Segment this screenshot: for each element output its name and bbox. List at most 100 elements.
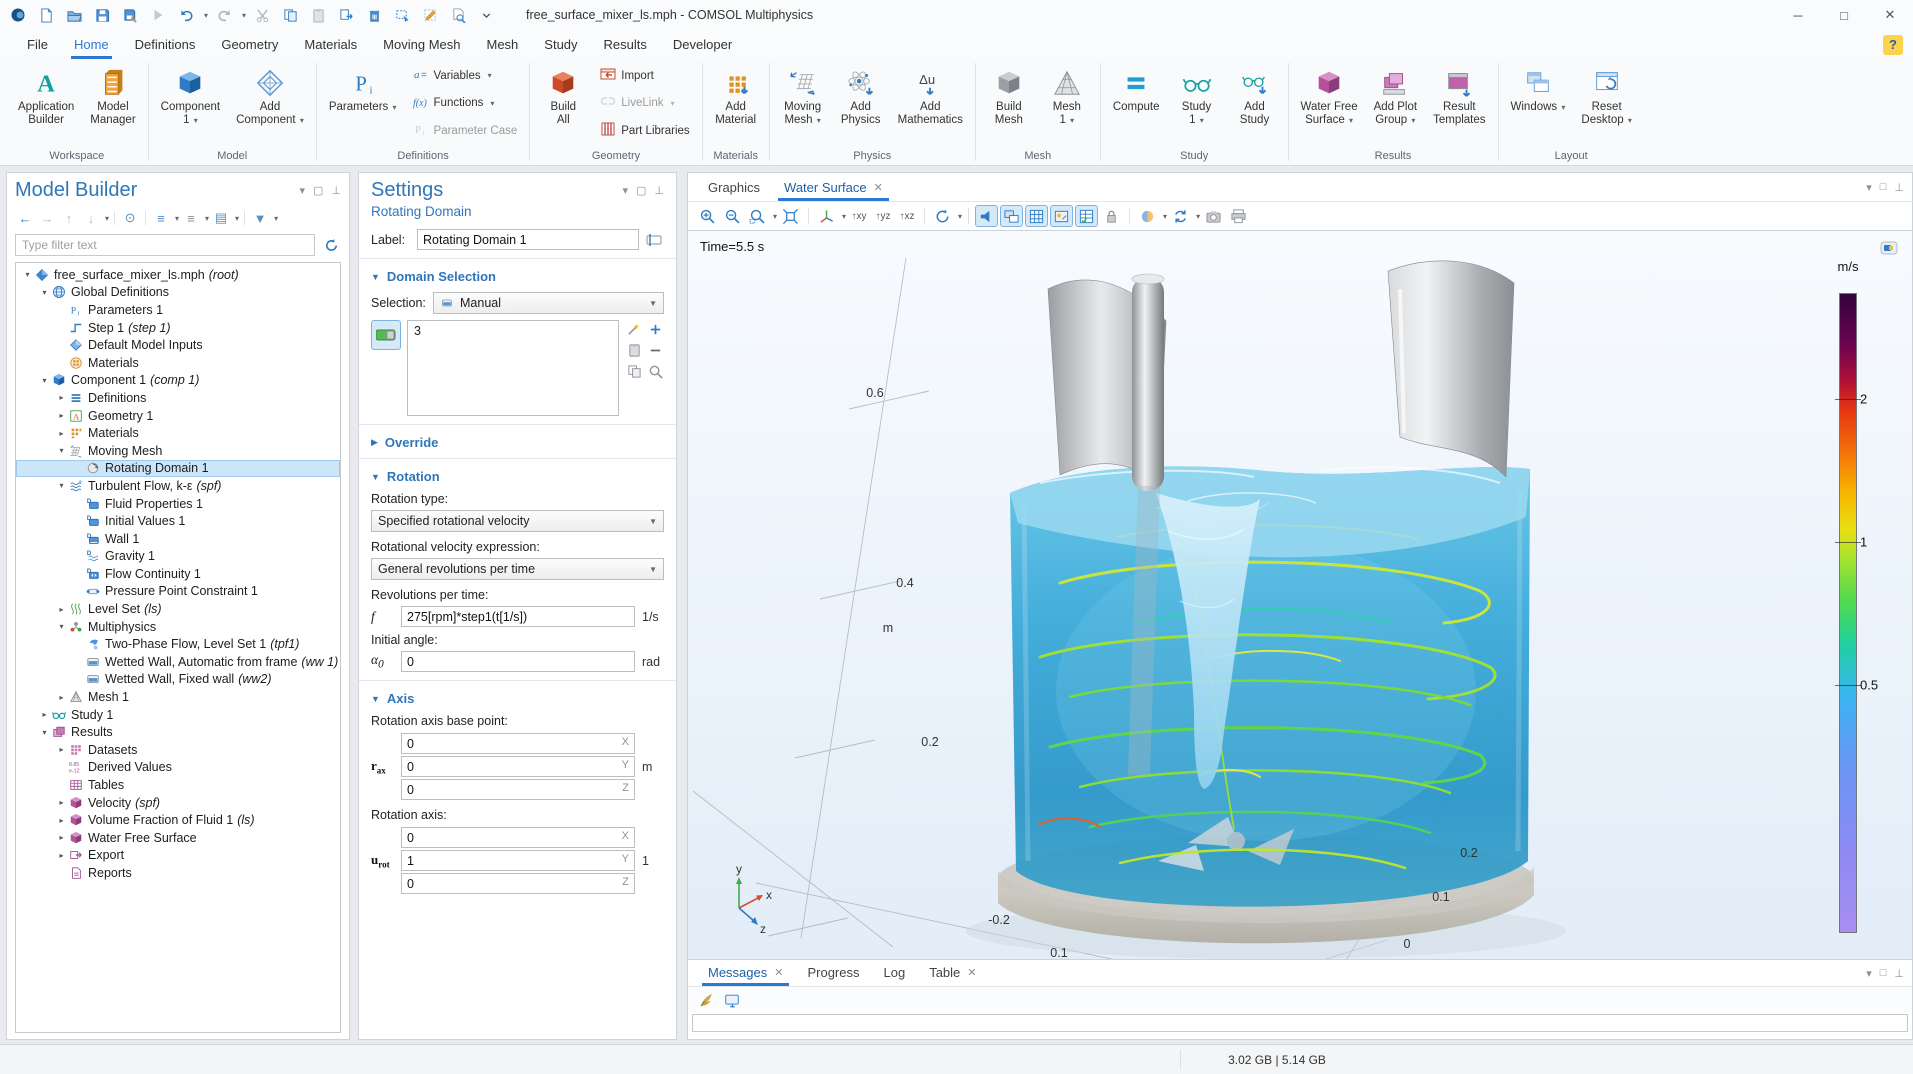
paste-icon[interactable] xyxy=(306,4,330,26)
selection-list[interactable]: 3 xyxy=(407,320,619,416)
tree-node-study-1[interactable]: ▸Study 1 xyxy=(16,706,340,724)
vector-component-input-y[interactable] xyxy=(401,756,635,777)
close-tab-icon[interactable]: ✕ xyxy=(967,966,976,979)
tree-node-tables[interactable]: Tables xyxy=(16,776,340,794)
zoom-out-icon[interactable] xyxy=(721,205,744,227)
tree-node-two-phase-flow-level-set-1[interactable]: Two-Phase Flow, Level Set 1(tpf1) xyxy=(16,635,340,653)
tree-node-moving-mesh[interactable]: ▾Moving Mesh xyxy=(16,442,340,460)
part-libraries-button[interactable]: Part Libraries xyxy=(594,119,695,142)
tree-closed-chevron-icon[interactable]: ▸ xyxy=(55,411,68,420)
water-free-surface-button[interactable]: Water FreeSurface ▾ xyxy=(1293,62,1366,129)
model-manager-button[interactable]: ModelManager xyxy=(82,62,143,129)
pin-panel-icon[interactable]: ⊥ xyxy=(1894,967,1904,980)
tree-node-materials[interactable]: Materials xyxy=(16,354,340,372)
windows-button[interactable]: Windows ▾ xyxy=(1503,62,1574,116)
snapshot-icon[interactable] xyxy=(1202,205,1225,227)
create-selection-icon[interactable] xyxy=(625,320,643,338)
cut-icon[interactable] xyxy=(250,4,274,26)
duplicate-icon[interactable] xyxy=(334,4,358,26)
tree-node-wetted-wall-fixed-wall[interactable]: Wetted Wall, Fixed wall(ww2) xyxy=(16,671,340,689)
filter-icon[interactable]: ▼ xyxy=(250,208,270,228)
customize-toolbar-icon[interactable] xyxy=(474,4,498,26)
view-xz-icon[interactable]: ↑xz xyxy=(896,205,918,227)
pin-panel-icon[interactable]: ⊥ xyxy=(331,184,341,197)
tree-node-definitions[interactable]: ▸Definitions xyxy=(16,389,340,407)
tree-open-chevron-icon[interactable]: ▾ xyxy=(55,446,68,455)
close-tab-icon[interactable]: ✕ xyxy=(774,966,783,979)
forward-icon[interactable]: → xyxy=(37,208,57,228)
plot-update-icon[interactable] xyxy=(1880,241,1898,258)
tree-closed-chevron-icon[interactable]: ▸ xyxy=(55,693,68,702)
float-panel-icon[interactable]: □ xyxy=(1880,181,1887,194)
copy-icon[interactable] xyxy=(278,4,302,26)
tree-node-fluid-properties-1[interactable]: DFluid Properties 1 xyxy=(16,495,340,513)
tree-node-flow-continuity-1[interactable]: DFlow Continuity 1 xyxy=(16,565,340,583)
undo-dropdown-icon[interactable]: ▾ xyxy=(204,11,208,20)
parameters-button[interactable]: PiParameters ▾ xyxy=(321,62,405,116)
tree-closed-chevron-icon[interactable]: ▸ xyxy=(55,393,68,402)
paste-selection-icon[interactable] xyxy=(625,341,643,359)
tree-node-reports[interactable]: Reports xyxy=(16,864,340,882)
compute-button[interactable]: Compute xyxy=(1105,62,1168,116)
tree-open-chevron-icon[interactable]: ▾ xyxy=(38,728,51,737)
preview-icon[interactable] xyxy=(446,4,470,26)
build-all-button[interactable]: BuildAll xyxy=(534,62,592,129)
section-rotation[interactable]: ▼ Rotation xyxy=(371,469,664,484)
show-grid-icon[interactable] xyxy=(1025,205,1048,227)
close-tab-icon[interactable]: ✕ xyxy=(874,181,883,194)
redo-dropdown-icon[interactable]: ▾ xyxy=(242,11,246,20)
ribbon-tab-materials[interactable]: Materials xyxy=(291,30,370,59)
rpt-input[interactable] xyxy=(401,606,635,627)
copy-selection-icon[interactable] xyxy=(625,362,643,380)
tree-node-datasets[interactable]: ▸Datasets xyxy=(16,741,340,759)
add-plot-group-button[interactable]: Add PlotGroup ▾ xyxy=(1366,62,1425,129)
zoom-in-icon[interactable] xyxy=(696,205,719,227)
select-region-icon[interactable] xyxy=(390,4,414,26)
split-window-icon[interactable] xyxy=(1000,205,1023,227)
show-icon[interactable]: ⊙ xyxy=(120,208,140,228)
appearance-icon[interactable] xyxy=(1136,205,1159,227)
ribbon-tab-study[interactable]: Study xyxy=(531,30,590,59)
add-study-button[interactable]: AddStudy xyxy=(1226,62,1284,129)
ribbon-tab-moving-mesh[interactable]: Moving Mesh xyxy=(370,30,473,59)
ribbon-tab-definitions[interactable]: Definitions xyxy=(122,30,209,59)
tree-closed-chevron-icon[interactable]: ▸ xyxy=(55,833,68,842)
pin-panel-icon[interactable]: ⊥ xyxy=(654,184,664,197)
tree-node-mesh-1[interactable]: ▸Mesh 1 xyxy=(16,688,340,706)
rename-icon[interactable] xyxy=(644,230,664,250)
float-panel-icon[interactable]: ▢ xyxy=(313,184,323,197)
tree-node-results[interactable]: ▾Results xyxy=(16,723,340,741)
tree-node-pressure-point-constraint-1[interactable]: Pressure Point Constraint 1 xyxy=(16,583,340,601)
lock-icon[interactable] xyxy=(1100,205,1123,227)
section-override[interactable]: ▶ Override xyxy=(371,435,664,450)
view-xy-icon[interactable]: ↑xy xyxy=(848,205,870,227)
open-file-icon[interactable] xyxy=(62,4,86,26)
node-grouping-icon[interactable]: ▤ xyxy=(211,208,231,228)
tree-open-chevron-icon[interactable]: ▾ xyxy=(55,481,68,490)
study-button[interactable]: Study1 ▾ xyxy=(1168,62,1226,129)
variables-button[interactable]: a=Variables▾ xyxy=(407,64,524,87)
tree-closed-chevron-icon[interactable]: ▸ xyxy=(55,798,68,807)
add-physics-button[interactable]: AddPhysics xyxy=(832,62,890,129)
functions-button[interactable]: f(x)Functions▾ xyxy=(407,92,524,115)
tree-filter-input[interactable] xyxy=(15,234,315,256)
tree-node-turbulent-flow-k[interactable]: ▾Turbulent Flow, k-ε(spf) xyxy=(16,477,340,495)
ribbon-tab-file[interactable]: File xyxy=(14,30,61,59)
import-button[interactable]: Import xyxy=(594,64,695,87)
livelink-button[interactable]: LiveLink▾ xyxy=(594,92,695,115)
parameter-case-button[interactable]: PiParameter Case xyxy=(407,119,524,142)
tree-closed-chevron-icon[interactable]: ▸ xyxy=(55,816,68,825)
3d-viewport[interactable]: Time=5.5 s 0.60.4m0.2-0.20.20.100.1 y x … xyxy=(687,230,1913,960)
move-down-icon[interactable]: ↓ xyxy=(81,208,101,228)
mesh-1-button[interactable]: Mesh1 ▾ xyxy=(1038,62,1096,129)
tree-open-chevron-icon[interactable]: ▾ xyxy=(55,622,68,631)
tree-node-level-set[interactable]: ▸Level Set(ls) xyxy=(16,600,340,618)
vector-component-input-z[interactable] xyxy=(401,779,635,800)
zoom-selection-icon[interactable] xyxy=(646,362,664,380)
info-tab-progress[interactable]: Progress xyxy=(795,960,871,986)
info-tab-table[interactable]: Table✕ xyxy=(917,960,988,986)
quill-icon[interactable] xyxy=(696,991,716,1011)
panel-menu-icon[interactable]: ▾ xyxy=(1866,181,1872,194)
section-domain-selection[interactable]: ▼ Domain Selection xyxy=(371,269,664,284)
tree-node-multiphysics[interactable]: ▾Multiphysics xyxy=(16,618,340,636)
